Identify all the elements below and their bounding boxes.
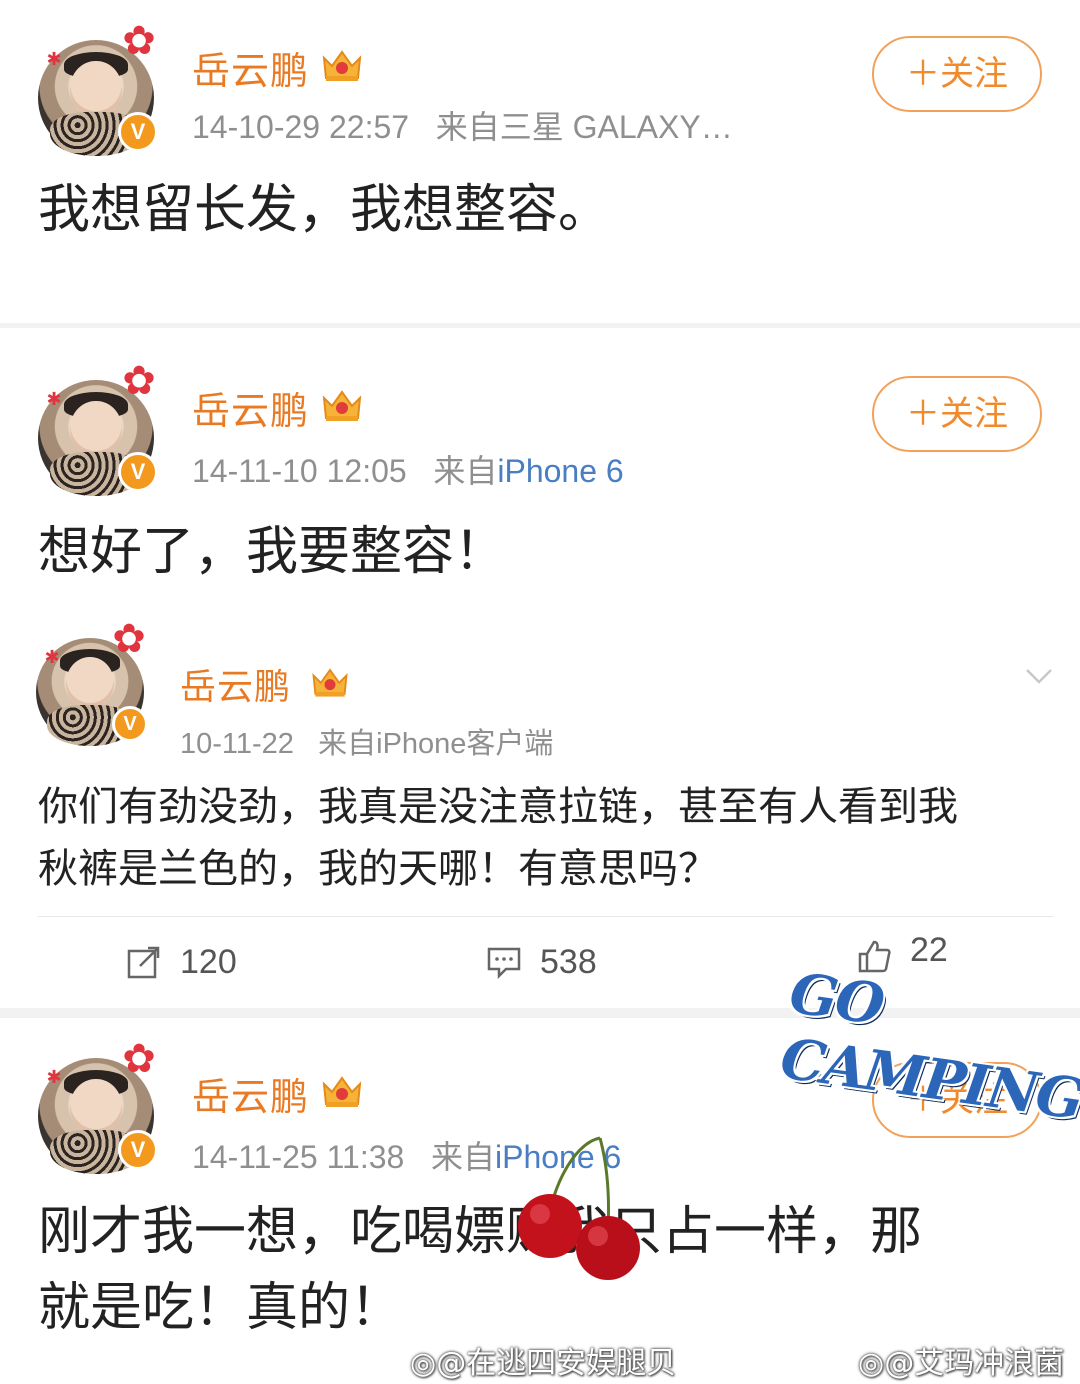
verified-icon: V xyxy=(118,1130,158,1170)
flower-icon: ✿ xyxy=(122,1036,156,1082)
post-card: ✱ ✿ V 岳云鹏 14-10-29 22:57 来自三星 GALAXY… ＋关… xyxy=(0,0,1080,325)
weibo-icon: ◎ xyxy=(858,1346,885,1381)
flower-icon: ✱ xyxy=(46,49,62,70)
crown-icon xyxy=(322,1076,362,1107)
post-source: iPhone客户端 xyxy=(376,728,554,760)
avatar[interactable]: ✱ ✿ V xyxy=(38,20,158,156)
post-time: 14-11-25 11:38 xyxy=(192,1139,405,1175)
repost-button[interactable]: 120 xyxy=(126,938,326,986)
post-content: 我想留长发，我想整容。 xyxy=(38,180,611,240)
post-content-line: 秋裤是兰色的，我的天哪！有意思吗？ xyxy=(38,846,718,892)
repost-count: 120 xyxy=(180,943,237,981)
post-source: 三星 GALAXY… xyxy=(499,109,733,145)
flower-icon: ✿ xyxy=(112,616,146,662)
source-prefix: 来自 xyxy=(318,728,377,760)
avatar[interactable]: ✱ ✿ V xyxy=(38,1038,158,1174)
post-content-line: 你们有劲没劲，我真是没注意拉链，甚至有人看到我 xyxy=(38,784,958,830)
follow-button[interactable]: ＋关注 xyxy=(872,36,1042,112)
username[interactable]: 岳云鹏 xyxy=(192,1066,309,1121)
weibo-icon: ◎ xyxy=(410,1346,437,1381)
verified-icon: V xyxy=(118,452,158,492)
repost-icon xyxy=(127,946,160,979)
avatar[interactable]: ✱ ✿ V xyxy=(36,618,148,746)
post-source-link[interactable]: iPhone 6 xyxy=(497,453,623,489)
post-card: ✱ ✿ V 岳云鹏 14-11-10 12:05 来自iPhone 6 ＋关注 … xyxy=(0,328,1080,610)
watermark-left: ◎@在逃四安娱腿贝 xyxy=(410,1346,677,1381)
post-meta: 10-11-22 来自iPhone客户端 xyxy=(180,720,553,762)
flower-icon: ✱ xyxy=(46,389,62,410)
watermark-right: ◎@艾玛冲浪菌 xyxy=(858,1346,1065,1381)
flower-icon: ✱ xyxy=(46,1067,62,1088)
avatar[interactable]: ✱ ✿ V xyxy=(38,360,158,496)
post-time: 14-11-10 12:05 xyxy=(192,453,407,489)
username[interactable]: 岳云鹏 xyxy=(192,40,309,95)
source-prefix: 来自 xyxy=(435,109,500,145)
username[interactable]: 岳云鹏 xyxy=(192,380,309,435)
follow-button[interactable]: ＋关注 xyxy=(872,376,1042,452)
post-meta: 14-10-29 22:57 来自三星 GALAXY… xyxy=(192,102,733,148)
verified-icon: V xyxy=(118,112,158,152)
comment-count: 538 xyxy=(540,943,597,981)
flower-icon: ✿ xyxy=(122,18,156,64)
post-time: 14-10-29 22:57 xyxy=(192,109,410,145)
source-prefix: 来自 xyxy=(430,1139,495,1175)
post-content: 你们有劲没劲，我真是没注意拉链，甚至有人看到我 秋裤是兰色的，我的天哪！有意思吗… xyxy=(38,776,1042,900)
divider xyxy=(38,916,1054,917)
username[interactable]: 岳云鹏 xyxy=(180,658,291,710)
post-card: ✱ ✿ V 岳云鹏 10-11-22 来自iPhone客户端 你们有劲没劲，我真… xyxy=(0,610,1080,1010)
like-count: 22 xyxy=(910,931,948,969)
crown-icon xyxy=(322,50,362,81)
source-prefix: 来自 xyxy=(433,453,498,489)
chevron-down-icon[interactable] xyxy=(1024,660,1054,690)
flower-icon: ✱ xyxy=(44,647,60,668)
post-meta: 14-11-10 12:05 来自iPhone 6 xyxy=(192,446,624,492)
verified-icon: V xyxy=(112,706,148,742)
cherry-icon xyxy=(518,1136,640,1280)
flower-icon: ✿ xyxy=(122,358,156,404)
crown-icon xyxy=(312,668,348,697)
comment-button[interactable]: 538 xyxy=(486,938,686,986)
post-content: 想好了，我要整容！ xyxy=(38,522,507,582)
comment-icon xyxy=(487,947,521,980)
screenshot-collage: ✱ ✿ V 岳云鹏 14-10-29 22:57 来自三星 GALAXY… ＋关… xyxy=(0,0,1080,1384)
crown-icon xyxy=(322,390,362,421)
post-time: 10-11-22 xyxy=(180,728,294,760)
